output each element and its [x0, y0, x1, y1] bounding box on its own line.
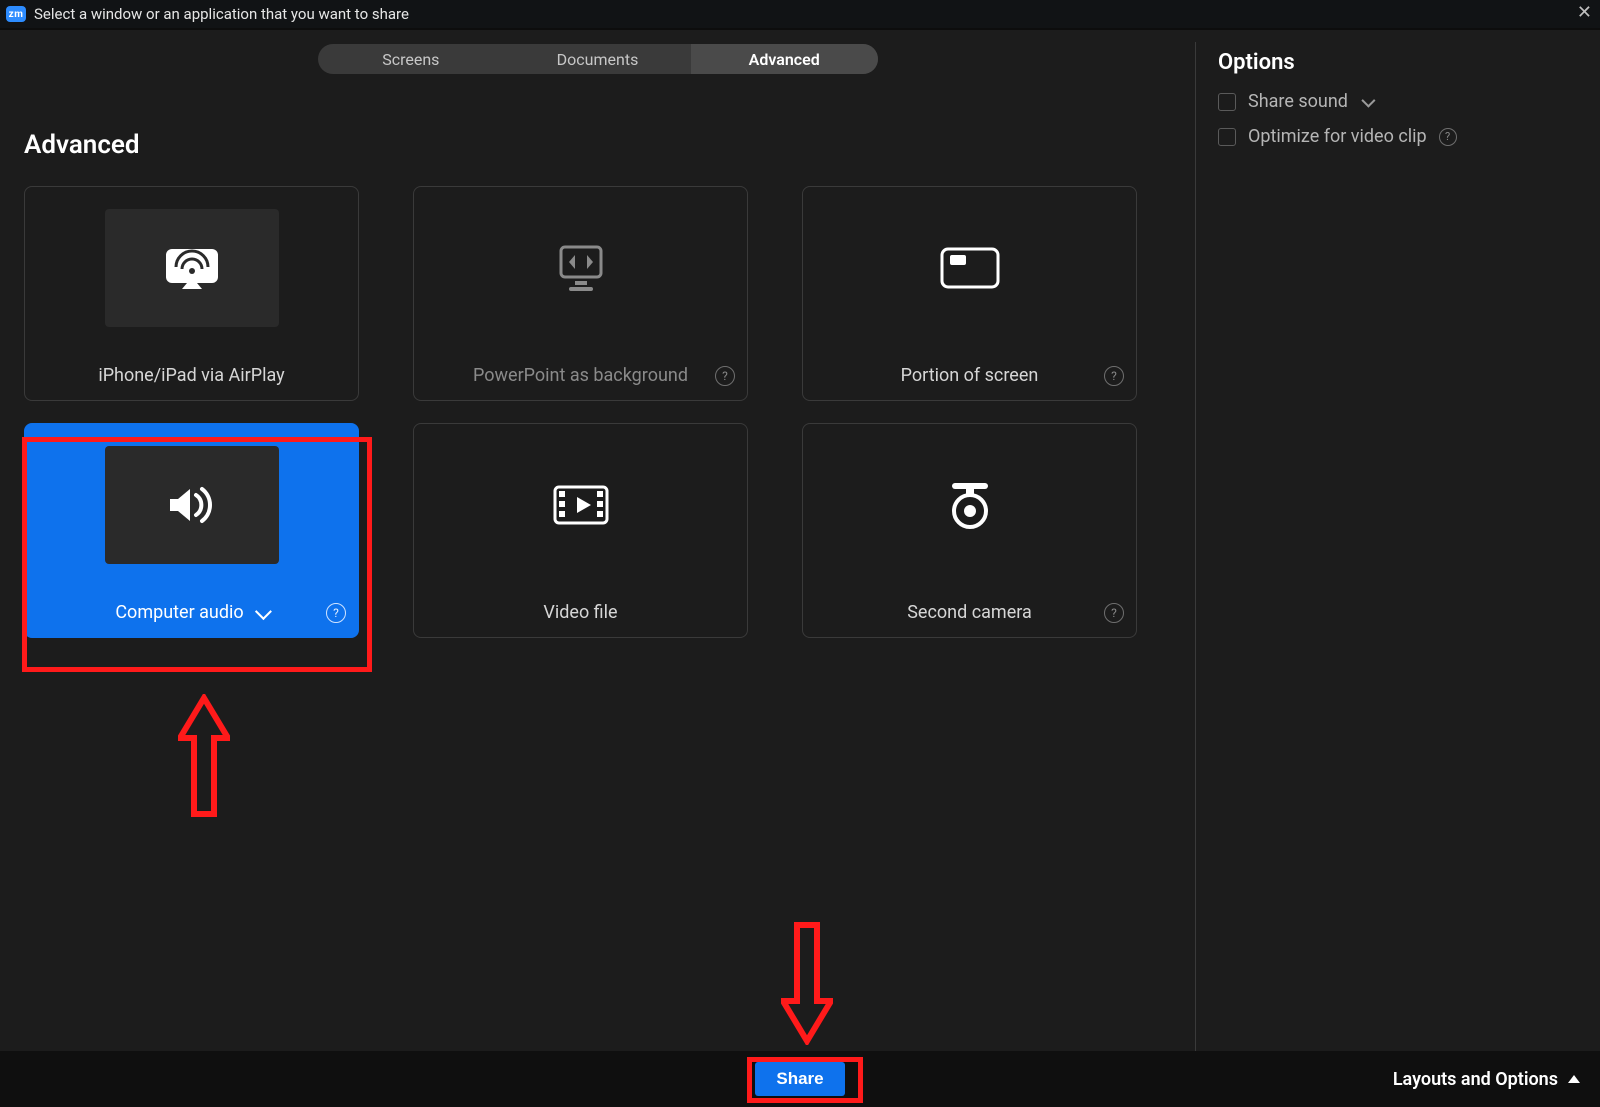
option-optimize-video[interactable]: Optimize for video clip ?	[1218, 126, 1578, 147]
airplay-icon	[105, 209, 279, 327]
share-option-grid: iPhone/iPad via AirPlay PowerPoint as ba…	[24, 186, 1171, 638]
film-icon	[494, 446, 668, 564]
checkbox-icon[interactable]	[1218, 128, 1236, 146]
option-optimize-label: Optimize for video clip	[1248, 126, 1427, 147]
zoom-logo-icon: zm	[6, 6, 26, 22]
option-share-sound-label: Share sound	[1248, 91, 1348, 112]
chevron-down-icon[interactable]	[255, 603, 272, 620]
option-share-sound[interactable]: Share sound	[1218, 91, 1578, 112]
card-ppt-background-label: PowerPoint as background	[473, 365, 688, 386]
card-second-camera[interactable]: Second camera ?	[802, 423, 1137, 638]
options-heading: Options	[1218, 50, 1578, 75]
card-airplay[interactable]: iPhone/iPad via AirPlay	[24, 186, 359, 401]
tab-screens[interactable]: Screens	[318, 44, 505, 74]
layouts-and-options-button[interactable]: Layouts and Options	[1393, 1051, 1580, 1107]
options-panel: Options Share sound Optimize for video c…	[1196, 30, 1600, 1051]
tab-advanced[interactable]: Advanced	[691, 44, 878, 74]
annotation-arrow-up-icon	[178, 694, 230, 822]
card-video-file[interactable]: Video file	[413, 423, 748, 638]
chevron-down-icon[interactable]	[1361, 93, 1375, 107]
tab-documents[interactable]: Documents	[504, 44, 691, 74]
portion-of-screen-icon	[883, 209, 1057, 327]
card-video-file-label: Video file	[543, 602, 617, 623]
help-icon[interactable]: ?	[1104, 366, 1124, 386]
layouts-label: Layouts and Options	[1393, 1069, 1558, 1090]
content-area: Screens Documents Advanced Advanced	[0, 30, 1600, 1051]
card-second-camera-label: Second camera	[907, 602, 1032, 623]
speaker-icon	[105, 446, 279, 564]
card-portion-label: Portion of screen	[901, 365, 1039, 386]
share-mode-tabs: Screens Documents Advanced	[318, 44, 878, 74]
share-button[interactable]: Share	[755, 1062, 845, 1096]
help-icon[interactable]: ?	[326, 603, 346, 623]
footer-bar: Share Layouts and Options	[0, 1051, 1600, 1107]
checkbox-icon[interactable]	[1218, 93, 1236, 111]
card-computer-audio-label: Computer audio	[115, 602, 243, 623]
camera-icon	[883, 446, 1057, 564]
help-icon[interactable]: ?	[1439, 128, 1457, 146]
card-ppt-background[interactable]: PowerPoint as background ?	[413, 186, 748, 401]
ppt-background-icon	[494, 209, 668, 327]
section-title: Advanced	[24, 130, 1171, 160]
card-portion-of-screen[interactable]: Portion of screen ?	[802, 186, 1137, 401]
card-airplay-label: iPhone/iPad via AirPlay	[98, 365, 284, 386]
card-computer-audio[interactable]: Computer audio ?	[24, 423, 359, 638]
window-title: Select a window or an application that y…	[34, 5, 409, 23]
triangle-up-icon	[1568, 1075, 1580, 1083]
help-icon[interactable]: ?	[715, 366, 735, 386]
titlebar: zm Select a window or an application tha…	[0, 0, 1600, 28]
left-pane: Screens Documents Advanced Advanced	[0, 30, 1195, 1051]
help-icon[interactable]: ?	[1104, 603, 1124, 623]
close-icon[interactable]: ✕	[1577, 2, 1592, 23]
